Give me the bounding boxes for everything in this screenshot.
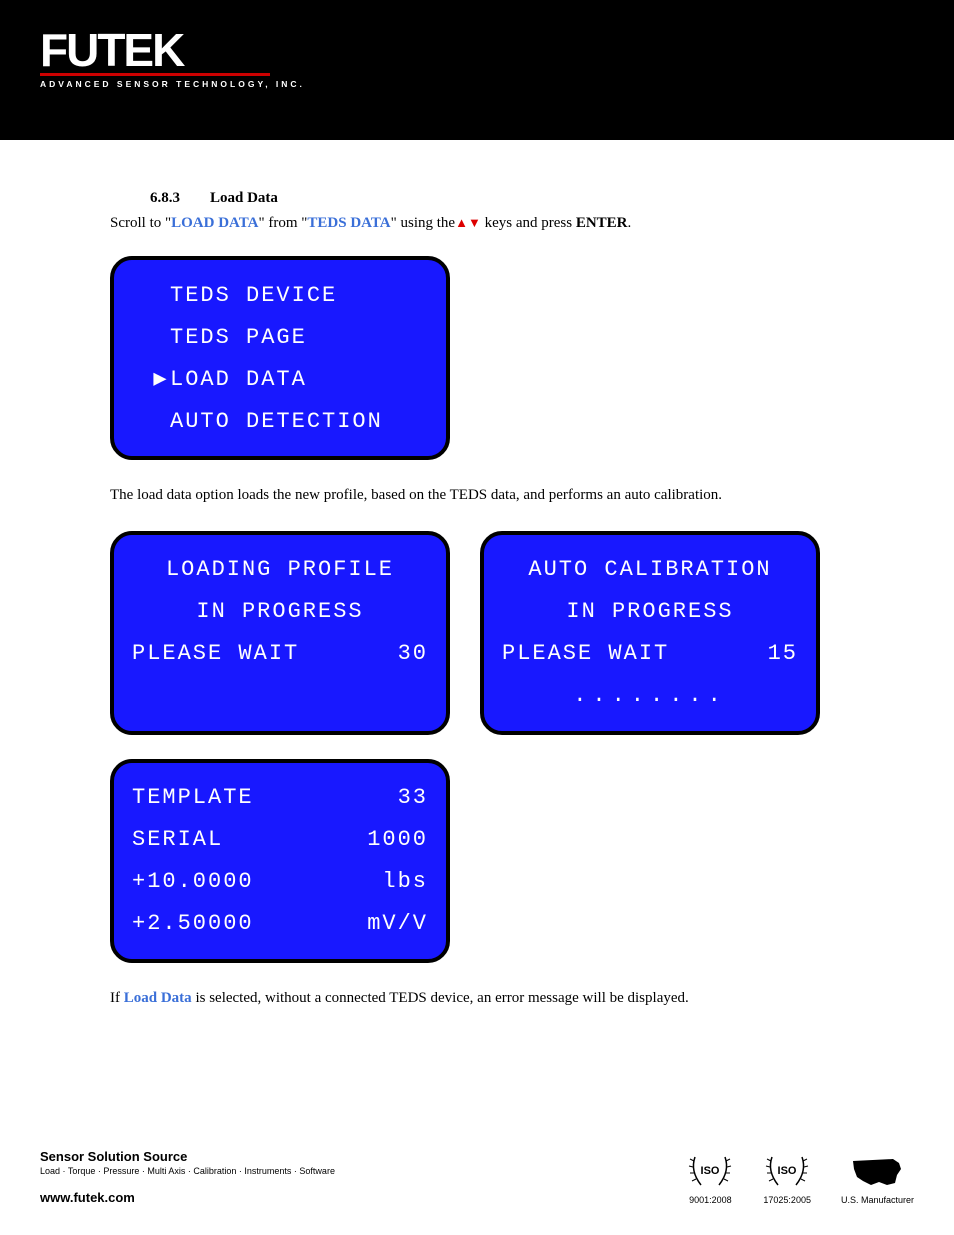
note-paragraph: If Load Data is selected, without a conn… <box>110 987 904 1010</box>
teds-info-screen: TEMPLATE33 SERIAL1000 +10.0000lbs +2.500… <box>110 759 450 963</box>
menu-item: TEDS PAGE <box>132 316 428 358</box>
section-number: 6.8.3 <box>150 190 180 206</box>
intro-text: . <box>628 215 632 231</box>
lcd-text: PLEASE WAIT30 <box>132 633 428 675</box>
teds-data-link: TEDS DATA <box>307 215 390 231</box>
cert-label: 9001:2008 <box>689 1195 732 1205</box>
footer-left: Sensor Solution Source Load · Torque · P… <box>40 1149 335 1205</box>
logo: FUTEK ADVANCED SENSOR TECHNOLOGY, INC. <box>40 30 954 89</box>
section-title: Load Data <box>210 190 278 206</box>
lcd-row-3: TEMPLATE33 SERIAL1000 +10.0000lbs +2.500… <box>110 759 904 963</box>
intro-text: Scroll to " <box>110 215 171 231</box>
lcd-blank <box>132 675 428 717</box>
iso-17025-badge: ISO 17025:2005 <box>763 1151 811 1205</box>
enter-key: ENTER <box>576 215 628 231</box>
footer: Sensor Solution Source Load · Torque · P… <box>40 1149 914 1205</box>
footer-title: Sensor Solution Source <box>40 1149 335 1164</box>
load-data-link: Load Data <box>124 990 192 1006</box>
intro-text: " using the <box>391 215 455 231</box>
menu-item: TEDS DEVICE <box>132 274 428 316</box>
lcd-row-1: TEDS DEVICE TEDS PAGE ▶LOAD DATA AUTO DE… <box>110 256 904 460</box>
auto-calibration-screen: AUTO CALIBRATION IN PROGRESS PLEASE WAIT… <box>480 531 820 735</box>
svg-text:ISO: ISO <box>778 1165 797 1177</box>
footer-url: www.futek.com <box>40 1190 335 1205</box>
progress-dots: ........ <box>502 675 798 717</box>
intro-text: " from " <box>259 215 308 231</box>
loading-profile-screen: LOADING PROFILE IN PROGRESS PLEASE WAIT3… <box>110 531 450 735</box>
intro-text: keys and press <box>481 215 576 231</box>
footer-right: ISO 9001:2008 ISO 17025:2005 U.S. Manufa… <box>687 1151 914 1205</box>
lcd-row-2: LOADING PROFILE IN PROGRESS PLEASE WAIT3… <box>110 531 904 735</box>
svg-text:ISO: ISO <box>701 1165 720 1177</box>
intro-paragraph: Scroll to "LOAD DATA" from "TEDS DATA" u… <box>110 215 904 232</box>
section-heading: 6.8.3 Load Data <box>150 190 904 207</box>
teds-row: +2.50000mV/V <box>132 903 428 945</box>
teds-row: SERIAL1000 <box>132 819 428 861</box>
logo-text: FUTEK <box>40 30 954 71</box>
cert-label: 17025:2005 <box>763 1195 811 1205</box>
teds-menu-screen: TEDS DEVICE TEDS PAGE ▶LOAD DATA AUTO DE… <box>110 256 450 460</box>
header: FUTEK ADVANCED SENSOR TECHNOLOGY, INC. <box>0 0 954 140</box>
load-data-link: LOAD DATA <box>171 215 258 231</box>
lcd-text: PLEASE WAIT15 <box>502 633 798 675</box>
teds-row: TEMPLATE33 <box>132 777 428 819</box>
wreath-icon: ISO <box>687 1151 733 1191</box>
cursor-icon: ▶ <box>152 366 170 392</box>
lcd-text: IN PROGRESS <box>132 591 428 633</box>
down-arrow-icon: ▼ <box>468 215 481 230</box>
up-arrow-icon: ▲ <box>455 215 468 230</box>
footer-sub: Load · Torque · Pressure · Multi Axis · … <box>40 1166 335 1176</box>
us-manufacturer-badge: U.S. Manufacturer <box>841 1155 914 1205</box>
content: 6.8.3 Load Data Scroll to "LOAD DATA" fro… <box>0 140 954 1009</box>
lcd-text: IN PROGRESS <box>502 591 798 633</box>
wreath-icon: ISO <box>764 1151 810 1191</box>
logo-subtext: ADVANCED SENSOR TECHNOLOGY, INC. <box>40 79 954 89</box>
teds-row: +10.0000lbs <box>132 861 428 903</box>
lcd-text: AUTO CALIBRATION <box>502 549 798 591</box>
menu-item: AUTO DETECTION <box>132 400 428 442</box>
description-paragraph: The load data option loads the new profi… <box>110 484 904 507</box>
menu-item-selected: ▶LOAD DATA <box>132 358 428 400</box>
lcd-text: LOADING PROFILE <box>132 549 428 591</box>
usa-map-icon <box>849 1155 905 1191</box>
iso-9001-badge: ISO 9001:2008 <box>687 1151 733 1205</box>
cert-label: U.S. Manufacturer <box>841 1195 914 1205</box>
